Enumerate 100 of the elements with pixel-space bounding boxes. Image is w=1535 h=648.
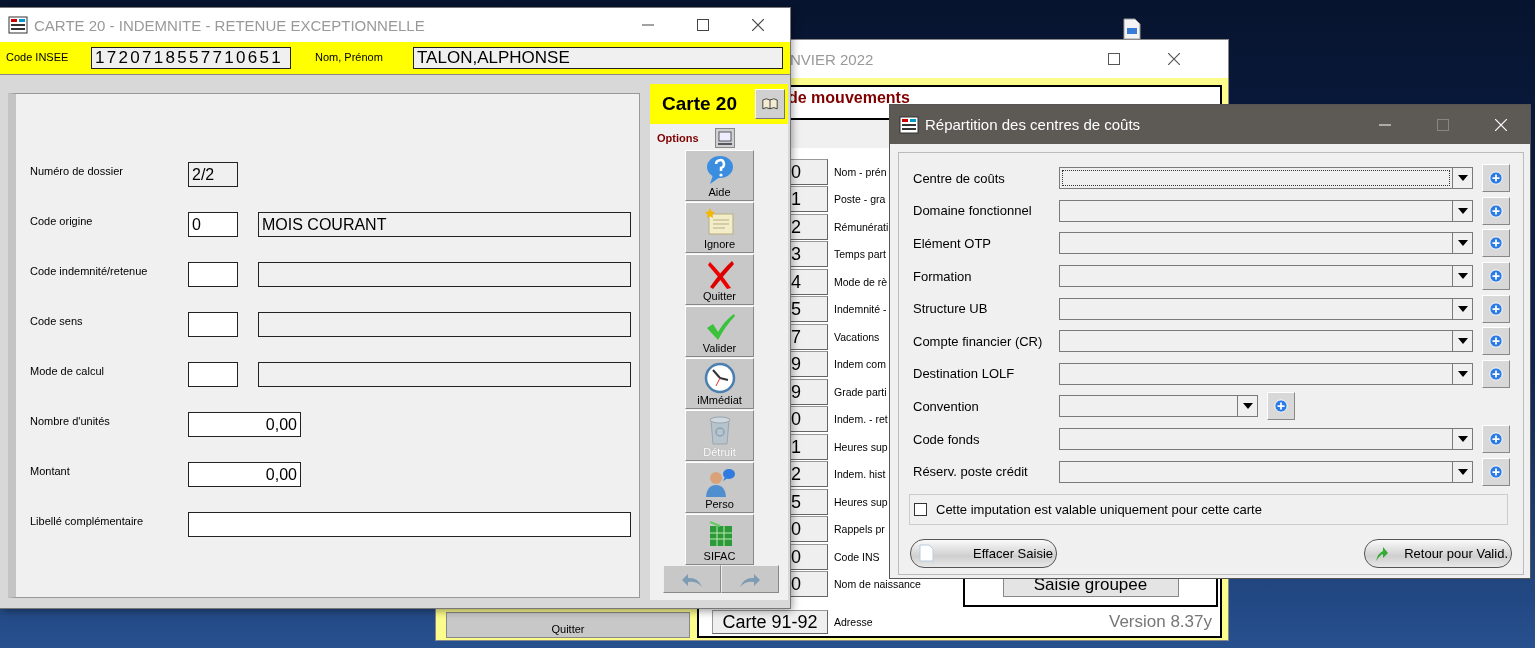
add-button[interactable] <box>1482 457 1510 486</box>
add-button[interactable] <box>1482 327 1510 356</box>
add-button[interactable] <box>1482 425 1510 454</box>
card-label: Vacations <box>834 330 880 343</box>
card-button[interactable]: 5 <box>791 296 828 323</box>
version-text: Version 8.37y <box>1109 612 1212 632</box>
dropdown-field[interactable] <box>1059 460 1473 483</box>
dropdown-arrow-icon <box>1242 403 1253 410</box>
add-button[interactable] <box>1482 196 1510 225</box>
add-button[interactable] <box>1267 392 1295 421</box>
field-label: Elément OTP <box>913 236 993 251</box>
card-button[interactable]: 0 <box>791 516 828 543</box>
action-button[interactable]: Ignore <box>685 202 754 253</box>
note-star-icon <box>703 206 736 238</box>
app-icon <box>899 114 919 135</box>
card-button[interactable]: 1 <box>791 433 828 460</box>
card-button[interactable]: 5 <box>791 488 828 515</box>
dropdown-field[interactable] <box>1059 330 1473 353</box>
plus-circle-icon <box>1489 235 1503 252</box>
close-icon[interactable] <box>1168 53 1180 65</box>
add-button[interactable] <box>1482 262 1510 291</box>
dropdown-field[interactable] <box>1059 199 1473 222</box>
dropdown-arrow-icon <box>1457 338 1468 345</box>
card-button[interactable]: 0 <box>791 571 828 598</box>
action-button[interactable]: Quitter <box>685 254 754 305</box>
dropdown-field[interactable] <box>1059 428 1473 451</box>
amount-field[interactable]: 0,00 <box>188 462 301 487</box>
card-button[interactable]: 3 <box>791 241 828 268</box>
field-label: Réserv. poste crédit <box>913 464 1029 480</box>
card-button[interactable]: 9 <box>791 351 828 378</box>
code-field[interactable] <box>188 312 238 337</box>
plus-circle-icon <box>1489 463 1503 480</box>
plus-circle-icon <box>1489 170 1503 187</box>
add-button[interactable] <box>1482 164 1510 193</box>
card-label: Rémunérati <box>834 220 889 233</box>
card-button[interactable]: 9 <box>791 378 828 405</box>
field-label: Mode de calcul <box>30 364 105 377</box>
field-label: Numéro de dossier <box>30 164 124 177</box>
maximize-icon[interactable] <box>1108 53 1120 65</box>
card-button[interactable]: 0 <box>791 543 828 570</box>
quit-button[interactable]: Quitter <box>446 612 690 638</box>
dropdown-field[interactable] <box>1059 167 1473 190</box>
add-button[interactable] <box>1482 294 1510 323</box>
readonly-field[interactable]: 2/2 <box>188 162 238 187</box>
card-button[interactable]: 7 <box>791 323 828 350</box>
code-field[interactable]: 0 <box>188 212 238 237</box>
book-button[interactable] <box>755 89 785 119</box>
action-button[interactable]: Valider <box>685 306 754 357</box>
card-button[interactable]: 4 <box>791 268 828 295</box>
return-button[interactable]: Retour pour Valid. <box>1364 538 1512 568</box>
dropdown-field[interactable] <box>1059 395 1258 418</box>
card-label: Grade parti <box>834 385 887 398</box>
dropdown-arrow-icon <box>1457 207 1468 214</box>
card-label: Nom - prén <box>834 165 887 178</box>
card-label: Poste - gra <box>834 193 886 206</box>
code-field[interactable] <box>188 362 238 387</box>
card-button[interactable]: 2 <box>791 461 828 488</box>
plus-circle-icon <box>1489 300 1503 317</box>
code-field[interactable] <box>188 262 238 287</box>
card-label: Indem com <box>834 358 886 371</box>
dropdown-arrow-icon <box>1457 436 1468 443</box>
checkbox[interactable] <box>914 502 927 516</box>
page-icon <box>919 544 935 563</box>
dropdown-field[interactable] <box>1059 297 1473 320</box>
name-field: TALON,ALPHONSE <box>413 47 783 69</box>
window-title: CARTE 20 - INDEMNITE - RETENUE EXCEPTIONNELLE <box>34 16 426 34</box>
amount-field[interactable]: 0,00 <box>188 412 301 437</box>
card-button[interactable]: 1 <box>791 186 828 213</box>
maximize-icon[interactable] <box>697 19 709 31</box>
card-button[interactable]: 0 <box>791 406 828 433</box>
field-label: Convention <box>913 398 980 414</box>
plus-circle-icon <box>1274 398 1288 415</box>
text-field[interactable] <box>188 512 631 537</box>
plus-circle-icon <box>1489 333 1503 350</box>
close-icon[interactable] <box>752 19 764 31</box>
field-label: Montant <box>30 464 71 477</box>
field-label: Destination LOLF <box>913 366 1016 382</box>
card-button[interactable]: 0 <box>791 158 828 185</box>
card-button[interactable]: Carte 91-92 <box>712 609 828 634</box>
action-button[interactable]: Aide <box>685 150 754 201</box>
back-button[interactable] <box>663 565 721 593</box>
dropdown-field[interactable] <box>1059 362 1473 385</box>
card-label: Indem. - ret <box>834 413 888 426</box>
card-label: Code INS <box>834 550 880 563</box>
file-icon[interactable] <box>1122 18 1142 40</box>
add-button[interactable] <box>1482 229 1510 258</box>
card-button[interactable]: 2 <box>791 213 828 240</box>
add-button[interactable] <box>1482 359 1510 388</box>
clear-entry-button[interactable]: Effacer Saisie <box>910 538 1057 568</box>
action-button[interactable]: Perso <box>685 462 754 513</box>
field-label: Libellé complémentaire <box>30 514 145 527</box>
forward-button[interactable] <box>721 565 779 593</box>
action-button[interactable]: iMmédiat <box>685 358 754 409</box>
monitor-icon[interactable] <box>714 128 735 148</box>
plus-circle-icon <box>1489 268 1503 285</box>
dropdown-field[interactable] <box>1059 232 1473 255</box>
plus-circle-icon <box>1489 365 1503 382</box>
dropdown-field[interactable] <box>1059 265 1473 288</box>
action-button[interactable]: SIFAC <box>685 514 754 565</box>
field-label: Code indemnité/retenue <box>30 264 149 277</box>
